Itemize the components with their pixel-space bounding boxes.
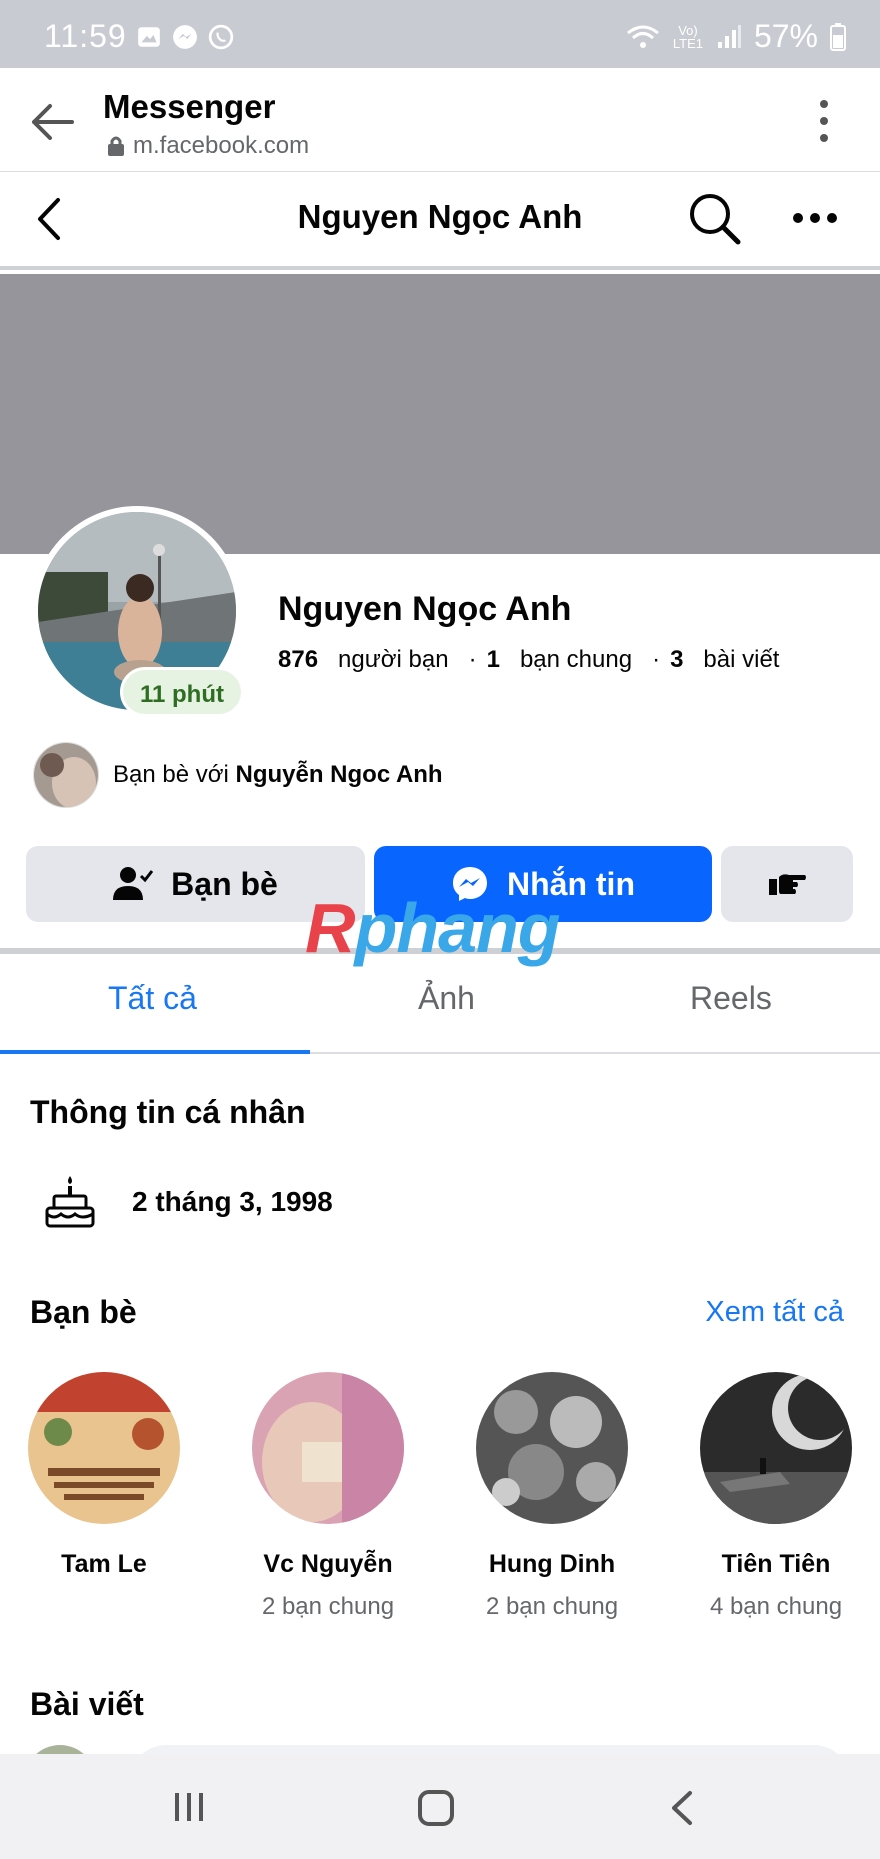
friend-card[interactable]: Vc Nguyễn 2 bạn chung: [228, 1372, 428, 1621]
friend-avatar: [476, 1372, 628, 1524]
birthday-text: 2 tháng 3, 1998: [132, 1186, 333, 1217]
messenger-notification-icon: [173, 25, 197, 49]
posts-count: 3: [670, 646, 684, 673]
friend-card[interactable]: Tiên Tiên 4 bạn chung: [676, 1372, 876, 1621]
friends-count: 876: [278, 646, 319, 673]
network-label: Vo) LTE1: [672, 22, 703, 51]
kebab-menu-icon[interactable]: [814, 98, 834, 144]
active-tab-indicator: [0, 1050, 310, 1054]
header-title: Nguyen Ngọc Anh: [297, 198, 583, 235]
poke-button[interactable]: [721, 846, 853, 922]
home-icon[interactable]: [416, 1788, 456, 1828]
mutual-friend-row[interactable]: Bạn bè với Nguyễn Ngoc Anh: [33, 742, 443, 808]
active-time-badge: 11 phút: [120, 667, 244, 717]
posts-section-title: Bài viết: [30, 1686, 144, 1722]
friend-name: Hung Dinh: [488, 1550, 616, 1578]
friends-label[interactable]: người bạn: [338, 646, 449, 674]
friend-card[interactable]: Hung Dinh 2 bạn chung: [452, 1372, 652, 1621]
friend-mutual: 2 bạn chung: [485, 1593, 619, 1620]
mutual-count: 1: [486, 646, 500, 673]
friend-name: Vc Nguyễn: [263, 1550, 393, 1578]
friend-avatar: [700, 1372, 852, 1524]
signal-icon: [717, 24, 741, 48]
pointing-hand-icon: [769, 874, 806, 895]
search-icon[interactable]: [688, 192, 742, 246]
friend-name: Tiên Tiên: [721, 1550, 831, 1578]
whatsapp-icon: [208, 24, 234, 50]
mutual-friend-prefix: Bạn bè với: [113, 761, 229, 788]
mutual-label[interactable]: bạn chung: [520, 646, 632, 674]
status-time: 11:59: [44, 18, 127, 54]
more-dots-icon[interactable]: [792, 210, 838, 226]
url-text: m.facebook.com: [133, 132, 310, 159]
friend-avatar: [252, 1372, 404, 1524]
recent-apps-icon[interactable]: [172, 1790, 206, 1824]
friend-name: Tam Le: [61, 1550, 147, 1578]
stats-separator: ·: [468, 646, 477, 673]
friends-section-title: Bạn bè: [30, 1294, 137, 1330]
back-nav-icon[interactable]: [668, 1790, 696, 1826]
person-check-icon: [113, 867, 154, 900]
tab-photos[interactable]: Ảnh: [418, 980, 475, 1017]
wifi-icon: [627, 25, 659, 48]
tab-all[interactable]: Tất cả: [108, 980, 197, 1017]
gallery-icon: [138, 27, 160, 47]
mutual-friend-name: Nguyễn Ngoc Anh: [235, 761, 443, 788]
friend-avatar: [28, 1372, 180, 1524]
profile-stats: 876 người bạn · 1 bạn chung · 3 bài viết: [278, 646, 779, 674]
birthday-cake-icon: [45, 1176, 95, 1228]
stats-separator: ·: [652, 646, 661, 673]
mutual-friend-avatar: [33, 742, 99, 808]
battery-icon: [830, 22, 846, 51]
arrow-left-icon[interactable]: [28, 100, 76, 144]
status-right: Vo) LTE1 57%: [626, 18, 846, 55]
friend-mutual: 2 bạn chung: [261, 1593, 395, 1620]
lock-icon: [108, 136, 124, 156]
info-section-title: Thông tin cá nhân: [30, 1094, 306, 1130]
posts-label: bài viết: [703, 646, 780, 673]
friend-mutual: 4 bạn chung: [709, 1593, 843, 1620]
battery-percent: 57%: [753, 18, 818, 54]
browser-url[interactable]: m.facebook.com: [107, 132, 309, 160]
friends-button-label: Bạn bè: [171, 865, 278, 902]
see-all-friends-link[interactable]: Xem tất cả: [705, 1296, 844, 1329]
browser-title: Messenger: [103, 88, 276, 125]
profile-name: Nguyen Ngọc Anh: [278, 590, 572, 628]
friend-card[interactable]: Tam Le: [4, 1372, 204, 1593]
tab-reels[interactable]: Reels: [690, 980, 772, 1017]
notification-icons: [136, 24, 234, 50]
mutual-friend-text: Bạn bè với Nguyễn Ngoc Anh: [113, 761, 443, 789]
